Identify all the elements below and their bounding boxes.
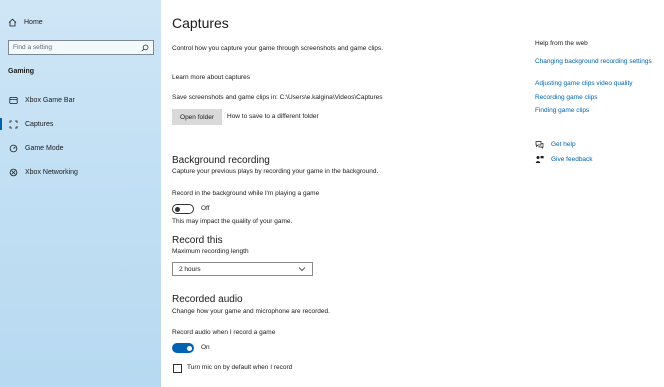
toggle-knob bbox=[175, 206, 180, 212]
game-bar-icon bbox=[9, 96, 18, 105]
record-audio-toggle[interactable] bbox=[172, 343, 194, 353]
captures-icon bbox=[9, 120, 18, 129]
search-placeholder: Find a setting bbox=[13, 44, 53, 51]
toggle-knob bbox=[186, 345, 192, 351]
save-path-text: Save screenshots and game clips in: C:\U… bbox=[172, 94, 383, 101]
page-title: Captures bbox=[172, 15, 229, 31]
sidebar-item-label: Captures bbox=[25, 120, 54, 128]
record-audio-toggle-state: On bbox=[201, 344, 210, 351]
sidebar-item-captures[interactable]: Captures bbox=[0, 115, 161, 133]
sidebar-item-xbox-game-bar[interactable]: Xbox Game Bar bbox=[0, 91, 161, 109]
background-recording-subtitle: Capture your previous plays by recording… bbox=[172, 168, 379, 175]
sidebar-item-xbox-networking[interactable]: Xbox Networking bbox=[0, 163, 161, 181]
get-help-link[interactable]: Get help bbox=[551, 141, 576, 149]
recorded-audio-heading: Recorded audio bbox=[172, 294, 243, 305]
record-audio-toggle-label: Record audio when I record a game bbox=[172, 329, 276, 336]
chevron-down-icon bbox=[297, 265, 306, 274]
different-folder-link[interactable]: How to save to a different folder bbox=[227, 113, 319, 120]
background-recording-toggle[interactable] bbox=[172, 204, 194, 214]
help-link-recording-clips[interactable]: Recording game clips bbox=[535, 94, 598, 102]
help-link-video-quality[interactable]: Adjusting game clips video quality bbox=[535, 80, 633, 88]
give-feedback-icon bbox=[535, 155, 544, 166]
give-feedback-link[interactable]: Give feedback bbox=[551, 156, 593, 164]
sidebar-item-label: Xbox Networking bbox=[25, 168, 78, 176]
get-help-icon bbox=[535, 140, 544, 151]
max-length-label: Maximum recording length bbox=[172, 248, 249, 255]
sidebar-item-label: Xbox Game Bar bbox=[25, 96, 75, 104]
xbox-icon bbox=[9, 168, 18, 177]
home-label: Home bbox=[24, 19, 43, 26]
main-content: Captures Control how you capture your ga… bbox=[161, 0, 664, 387]
max-length-value: 2 hours bbox=[179, 265, 201, 273]
page-description: Control how you capture your game throug… bbox=[172, 45, 384, 52]
sidebar: Home Find a setting Gaming Xbox Game Bar… bbox=[0, 0, 161, 387]
background-recording-toggle-label: Record in the background while I'm playi… bbox=[172, 190, 320, 197]
help-title: Help from the web bbox=[535, 40, 588, 47]
help-link-finding-clips[interactable]: Finding game clips bbox=[535, 107, 589, 115]
sidebar-item-label: Game Mode bbox=[25, 144, 64, 152]
learn-more-link[interactable]: Learn more about captures bbox=[172, 74, 250, 81]
mic-default-label: Turn mic on by default when I record bbox=[187, 364, 293, 371]
sidebar-section-title: Gaming bbox=[8, 68, 35, 75]
background-recording-heading: Background recording bbox=[172, 155, 270, 166]
home-icon bbox=[8, 18, 17, 27]
open-folder-button[interactable]: Open folder bbox=[172, 109, 222, 125]
home-nav-item[interactable]: Home bbox=[8, 18, 43, 27]
recorded-audio-subtitle: Change how your game and microphone are … bbox=[172, 308, 330, 315]
search-input[interactable]: Find a setting bbox=[8, 40, 154, 55]
game-mode-icon bbox=[9, 144, 18, 153]
sidebar-item-game-mode[interactable]: Game Mode bbox=[0, 139, 161, 157]
mic-default-checkbox[interactable] bbox=[173, 364, 182, 373]
max-length-select[interactable]: 2 hours bbox=[172, 262, 313, 276]
search-icon bbox=[140, 43, 149, 52]
help-link-background-recording[interactable]: Changing background recording settings bbox=[535, 58, 652, 66]
record-this-heading: Record this bbox=[172, 235, 223, 246]
background-recording-toggle-state: Off bbox=[201, 205, 210, 212]
performance-note: This may impact the quality of your game… bbox=[172, 218, 293, 225]
